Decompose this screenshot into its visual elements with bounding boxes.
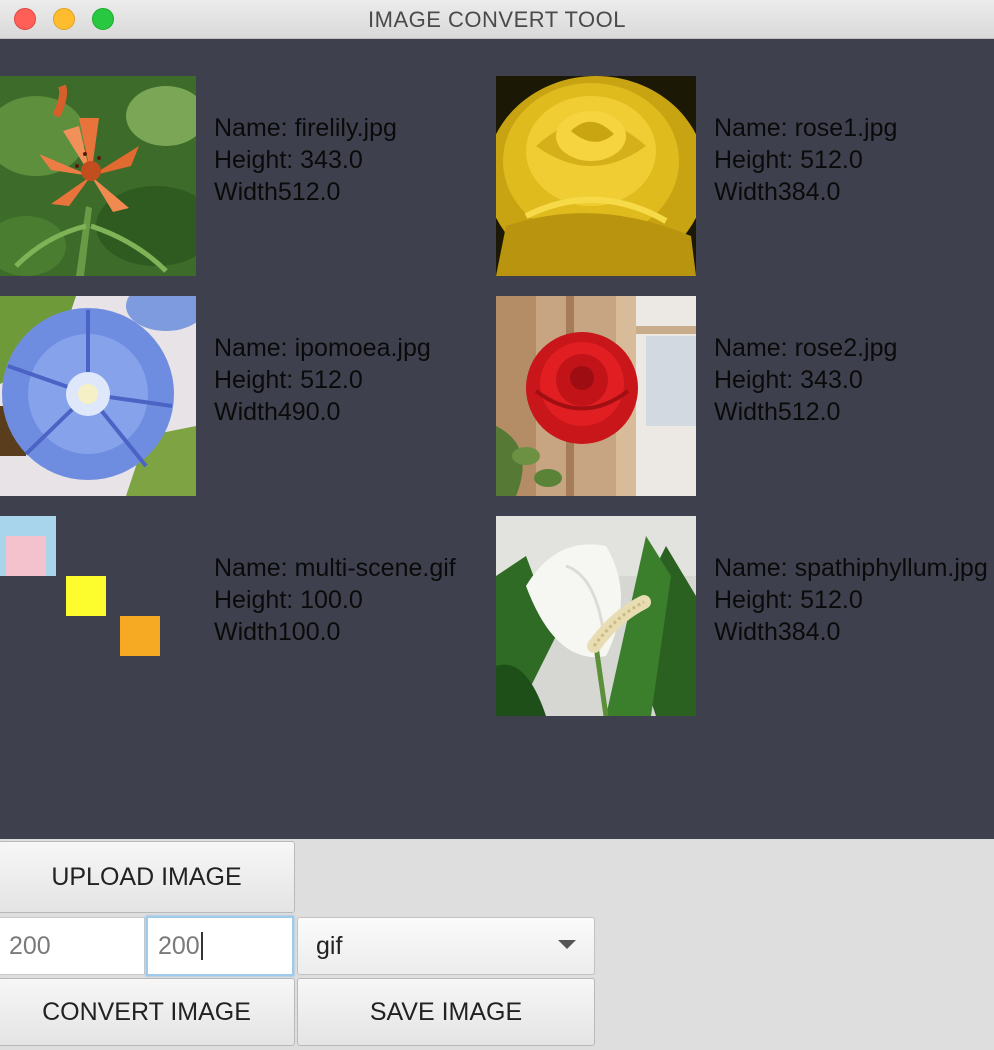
image-card-rose2[interactable]: Name: rose2.jpg Height: 343.0 Width512.0: [496, 296, 994, 496]
convert-image-button[interactable]: CONVERT IMAGE: [0, 978, 295, 1046]
upload-image-button[interactable]: UPLOAD IMAGE: [0, 841, 295, 913]
image-width-label: Width512.0: [214, 178, 341, 206]
image-grid: Name: firelily.jpg Height: 343.0 Width51…: [0, 39, 994, 839]
colored-squares-image: [0, 516, 160, 656]
image-width-label: Width384.0: [714, 178, 841, 206]
image-info: Name: rose1.jpg Height: 512.0 Width384.0: [714, 112, 897, 208]
height-input[interactable]: 200: [146, 916, 294, 976]
thumbnail-firelily: [0, 76, 196, 276]
format-select[interactable]: gif: [297, 917, 595, 975]
image-width-label: Width490.0: [214, 398, 341, 426]
thumbnail-rose1: [496, 76, 696, 276]
thumbnail-rose2: [496, 296, 696, 496]
height-input-value: 200: [158, 931, 200, 960]
image-name-label: Name: firelily.jpg: [214, 114, 397, 142]
app-window: IMAGE CONVERT TOOL Name: firelily.jpg He…: [0, 0, 994, 1050]
image-info: Name: rose2.jpg Height: 343.0 Width512.0: [714, 332, 897, 428]
width-input-value: 200: [9, 931, 51, 960]
image-width-label: Width512.0: [714, 398, 841, 426]
image-card-rose1[interactable]: Name: rose1.jpg Height: 512.0 Width384.0: [496, 76, 994, 276]
image-info: Name: ipomoea.jpg Height: 512.0 Width490…: [214, 332, 431, 428]
format-select-value: gif: [316, 931, 343, 960]
image-card-firelily[interactable]: Name: firelily.jpg Height: 343.0 Width51…: [0, 76, 486, 276]
image-name-label: Name: rose1.jpg: [714, 114, 898, 142]
image-name-label: Name: multi-scene.gif: [214, 554, 456, 582]
image-info: Name: firelily.jpg Height: 343.0 Width51…: [214, 112, 397, 208]
yellow-rose-image: [496, 76, 696, 276]
lily-flower-image: [0, 76, 196, 276]
control-panel: UPLOAD IMAGE 200 200 gif CONVERT IMAGE S…: [0, 839, 994, 1050]
image-height-label: Height: 512.0: [214, 366, 363, 394]
window-title: IMAGE CONVERT TOOL: [368, 7, 626, 32]
image-card-ipomoea[interactable]: Name: ipomoea.jpg Height: 512.0 Width490…: [0, 296, 486, 496]
image-card-spathiphyllum[interactable]: Name: spathiphyllum.jpg Height: 512.0 Wi…: [496, 516, 994, 716]
image-name-label: Name: ipomoea.jpg: [214, 334, 431, 362]
image-info: Name: spathiphyllum.jpg Height: 512.0 Wi…: [714, 552, 988, 648]
title-bar[interactable]: IMAGE CONVERT TOOL: [0, 0, 994, 39]
width-input[interactable]: 200: [0, 917, 145, 975]
text-caret: [200, 932, 203, 960]
image-width-label: Width384.0: [714, 618, 841, 646]
image-height-label: Height: 343.0: [214, 146, 363, 174]
peace-lily-image: [496, 516, 696, 716]
thumbnail-spathiphyllum: [496, 516, 696, 716]
image-height-label: Height: 343.0: [714, 366, 863, 394]
image-height-label: Height: 100.0: [214, 586, 363, 614]
morning-glory-image: [0, 296, 196, 496]
image-info: Name: multi-scene.gif Height: 100.0 Widt…: [214, 552, 456, 648]
image-card-multi-scene[interactable]: Name: multi-scene.gif Height: 100.0 Widt…: [0, 516, 486, 716]
thumbnail-ipomoea: [0, 296, 196, 496]
image-name-label: Name: rose2.jpg: [714, 334, 898, 362]
chevron-down-icon: [558, 940, 576, 949]
red-rose-image: [496, 296, 696, 496]
thumbnail-multi-scene: [0, 516, 196, 716]
image-name-label: Name: spathiphyllum.jpg: [714, 554, 988, 582]
save-image-button[interactable]: SAVE IMAGE: [297, 978, 595, 1046]
image-width-label: Width100.0: [214, 618, 341, 646]
image-height-label: Height: 512.0: [714, 146, 863, 174]
image-height-label: Height: 512.0: [714, 586, 863, 614]
